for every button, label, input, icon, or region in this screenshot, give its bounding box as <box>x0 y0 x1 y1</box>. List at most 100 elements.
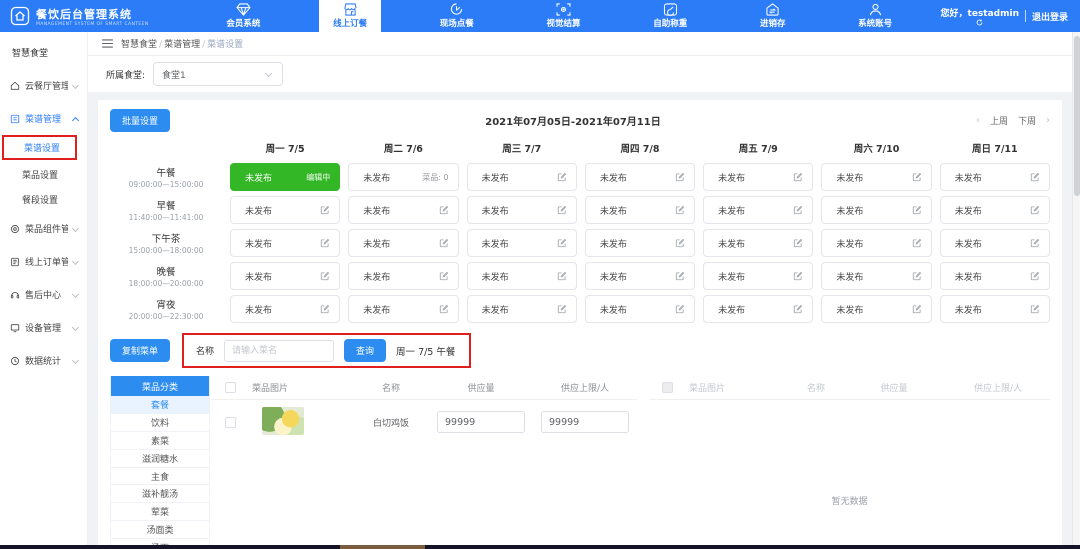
cell-status: 未发布 <box>955 270 982 283</box>
edit-icon <box>557 172 567 182</box>
collapse-menu-icon[interactable] <box>102 39 113 48</box>
schedule-cell-r2c4[interactable]: 未发布 <box>703 229 813 257</box>
meal-name: 早餐 <box>110 198 222 212</box>
sidebar: 智慧食堂 云餐厅管理 菜谱管理菜谱设置菜品设置餐段设置 菜品组件管理 线上订单管… <box>0 32 88 545</box>
sidebar-item-3[interactable]: 线上订单管理 <box>0 245 87 278</box>
select-all-checkbox[interactable] <box>225 382 236 393</box>
nav-item-4[interactable]: 自助称重 <box>639 0 701 32</box>
schedule-cell-r2c3[interactable]: 未发布 <box>585 229 695 257</box>
main-content: 智慧食堂/菜谱管理/菜谱设置 所属食堂: 食堂1 批量设置 2021年07月05… <box>88 32 1072 545</box>
edit-icon <box>1030 304 1040 314</box>
category-item-7[interactable]: 汤面类 <box>111 521 209 539</box>
schedule-cell-r3c3[interactable]: 未发布 <box>585 262 695 290</box>
stats-icon <box>10 356 20 366</box>
schedule-cell-r2c5[interactable]: 未发布 <box>821 229 931 257</box>
nav-item-0[interactable]: 会员系统 <box>212 0 274 32</box>
schedule-cell-r0c1[interactable]: 未发布菜品: 0 <box>348 163 458 191</box>
sidebar-item-0[interactable]: 云餐厅管理 <box>0 69 87 102</box>
cell-status: 未发布 <box>363 204 390 217</box>
batch-settings-button[interactable]: 批量设置 <box>110 109 170 132</box>
supply-input[interactable] <box>437 411 525 433</box>
breadcrumb-item-2[interactable]: 菜谱设置 <box>207 40 243 50</box>
schedule-cell-r3c2[interactable]: 未发布 <box>467 262 577 290</box>
schedule-cell-r2c2[interactable]: 未发布 <box>467 229 577 257</box>
schedule-cell-r1c3[interactable]: 未发布 <box>585 196 695 224</box>
schedule-cell-r1c6[interactable]: 未发布 <box>940 196 1050 224</box>
schedule-cell-r4c6[interactable]: 未发布 <box>940 295 1050 323</box>
canteen-select[interactable]: 食堂1 <box>153 62 283 86</box>
canteen-filter-label: 所属食堂: <box>106 68 145 81</box>
nav-item-5[interactable]: 进销存 <box>746 0 800 32</box>
schedule-cell-r1c1[interactable]: 未发布 <box>348 196 458 224</box>
breadcrumb-item-0[interactable]: 智慧食堂 <box>121 40 157 50</box>
sidebar-item-2[interactable]: 菜品组件管理 <box>0 212 87 245</box>
limit-input[interactable] <box>541 411 629 433</box>
session-refresh-icon[interactable] <box>976 19 983 26</box>
prev-week-link[interactable]: 上周 <box>990 114 1008 127</box>
schedule-cell-r3c4[interactable]: 未发布 <box>703 262 813 290</box>
cell-status: 未发布 <box>955 237 982 250</box>
schedule-cell-r1c4[interactable]: 未发布 <box>703 196 813 224</box>
schedule-cell-r3c5[interactable]: 未发布 <box>821 262 931 290</box>
day-header-4: 周五 7/9 <box>703 138 813 158</box>
schedule-cell-r1c0[interactable]: 未发布 <box>230 196 340 224</box>
schedule-cell-r3c0[interactable]: 未发布 <box>230 262 340 290</box>
dish-name-input[interactable] <box>224 340 334 362</box>
dish-checkbox[interactable] <box>225 417 236 428</box>
sidebar-item-1[interactable]: 菜谱管理 <box>0 102 87 135</box>
sidebar-subitem-1-2[interactable]: 餐段设置 <box>0 187 87 212</box>
category-item-6[interactable]: 荤菜 <box>111 503 209 521</box>
category-item-2[interactable]: 素菜 <box>111 432 209 450</box>
nav-item-label: 自助称重 <box>653 17 687 29</box>
schedule-cell-r0c5[interactable]: 未发布 <box>821 163 931 191</box>
schedule-cell-r0c3[interactable]: 未发布 <box>585 163 695 191</box>
sidebar-subitem-1-1[interactable]: 菜品设置 <box>0 162 87 187</box>
selected-select-all-checkbox[interactable] <box>662 382 673 393</box>
sidebar-item-6[interactable]: 数据统计 <box>0 344 87 377</box>
meal-label-1: 早餐 11:40:00—11:41:00 <box>110 198 222 222</box>
sidebar-item-label: 菜品组件管理 <box>25 222 68 235</box>
scrollbar-thumb[interactable] <box>1074 36 1080 196</box>
sidebar-item-5[interactable]: 设备管理 <box>0 311 87 344</box>
schedule-cell-r1c5[interactable]: 未发布 <box>821 196 931 224</box>
category-item-0[interactable]: 套餐 <box>111 396 209 414</box>
chevron-down-icon <box>72 225 79 232</box>
schedule-cell-r4c4[interactable]: 未发布 <box>703 295 813 323</box>
schedule-cell-r4c5[interactable]: 未发布 <box>821 295 931 323</box>
nav-item-2[interactable]: 现场点餐 <box>426 0 488 32</box>
search-button[interactable]: 查询 <box>344 339 386 362</box>
vertical-scrollbar[interactable] <box>1072 32 1080 545</box>
next-week-link[interactable]: 下周 <box>1018 114 1036 127</box>
category-list: 菜品分类 套餐饮料素菜滋润糖水主食滋补靓汤荤菜汤面类汤面甜品 <box>110 376 210 549</box>
schedule-cell-r2c1[interactable]: 未发布 <box>348 229 458 257</box>
schedule-cell-r0c4[interactable]: 未发布 <box>703 163 813 191</box>
schedule-cell-r3c6[interactable]: 未发布 <box>940 262 1050 290</box>
category-item-3[interactable]: 滋润糖水 <box>111 450 209 468</box>
sidebar-item-4[interactable]: 售后中心 <box>0 278 87 311</box>
schedule-cell-r2c6[interactable]: 未发布 <box>940 229 1050 257</box>
nav-item-1[interactable]: 线上订餐 <box>319 0 381 32</box>
schedule-cell-r2c0[interactable]: 未发布 <box>230 229 340 257</box>
schedule-cell-r0c0[interactable]: 未发布编辑中 <box>230 163 340 191</box>
app-logo[interactable]: 餐饮后台管理系统 MANAGEMENT SYSTEM OF SMART CANT… <box>0 0 190 32</box>
schedule-cell-r4c1[interactable]: 未发布 <box>348 295 458 323</box>
schedule-cell-r4c0[interactable]: 未发布 <box>230 295 340 323</box>
nav-item-3[interactable]: 视觉结算 <box>533 0 595 32</box>
chevron-down-icon <box>72 324 79 331</box>
nav-item-6[interactable]: 系统账号 <box>844 0 906 32</box>
schedule-cell-r0c2[interactable]: 未发布 <box>467 163 577 191</box>
copy-menu-button[interactable]: 复制菜单 <box>110 339 170 362</box>
schedule-cell-r1c2[interactable]: 未发布 <box>467 196 577 224</box>
schedule-cell-r4c3[interactable]: 未发布 <box>585 295 695 323</box>
schedule-cell-r3c1[interactable]: 未发布 <box>348 262 458 290</box>
logout-link[interactable]: 退出登录 <box>1032 10 1068 23</box>
breadcrumb-item-1[interactable]: 菜谱管理 <box>164 40 200 50</box>
schedule-cell-r0c6[interactable]: 未发布 <box>940 163 1050 191</box>
sidebar-subitem-1-0[interactable]: 菜谱设置 <box>2 135 77 160</box>
category-item-5[interactable]: 滋补靓汤 <box>111 485 209 503</box>
category-item-1[interactable]: 饮料 <box>111 414 209 432</box>
category-item-4[interactable]: 主食 <box>111 468 209 486</box>
schedule-cell-r4c2[interactable]: 未发布 <box>467 295 577 323</box>
prev-week-chevron-icon[interactable]: ‹ <box>976 115 980 126</box>
next-week-chevron-icon[interactable]: › <box>1046 115 1050 126</box>
